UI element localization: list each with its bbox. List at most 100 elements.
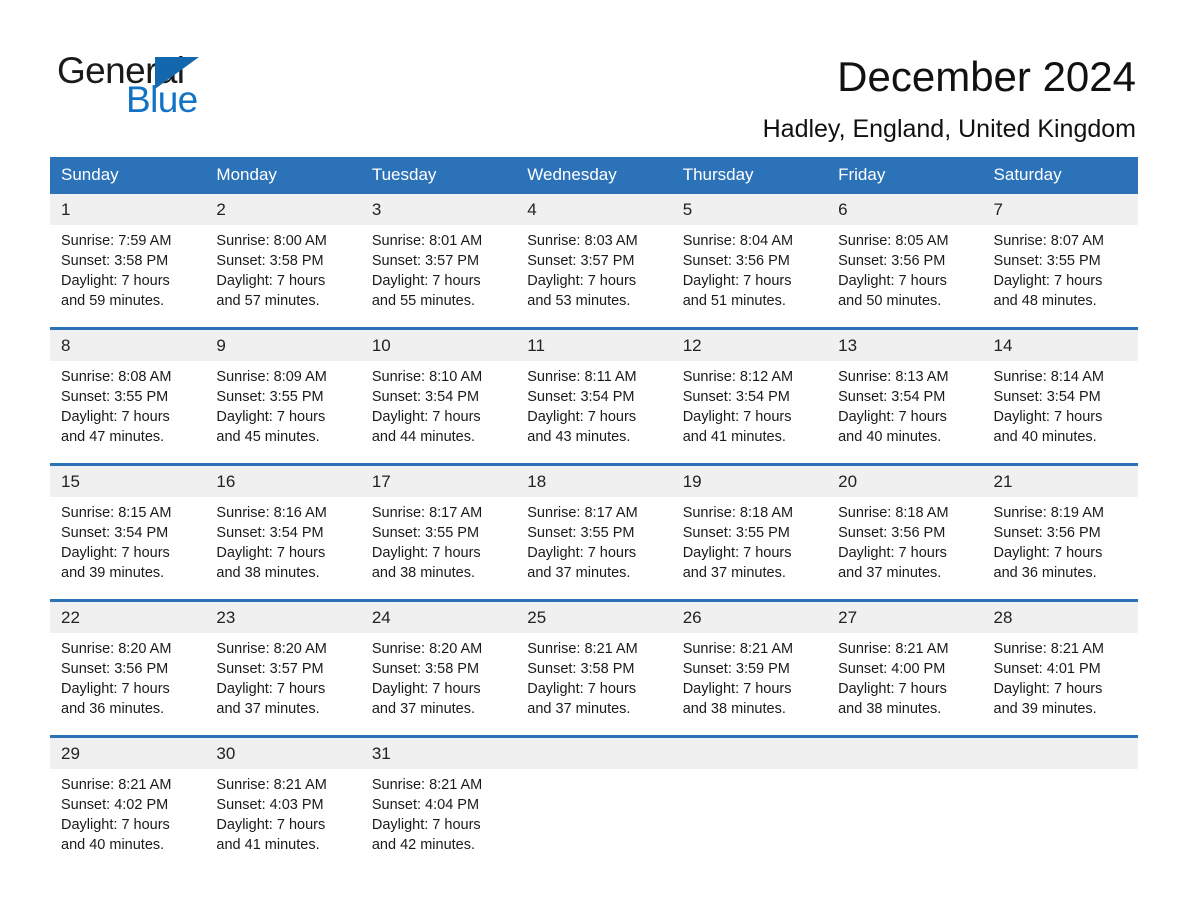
day-number[interactable]: 25 <box>516 599 672 633</box>
daylight-text-line2: and 36 minutes. <box>993 565 1097 581</box>
daylight-text-line2: and 36 minutes. <box>61 701 165 717</box>
sunset-text: Sunset: 3:57 PM <box>527 253 635 269</box>
calendar-body: 1 2 3 4 5 6 7 Sunrise: 7:59 AM Sunset: 3… <box>50 194 1138 871</box>
day-cell: Sunrise: 8:05 AM Sunset: 3:56 PM Dayligh… <box>827 225 983 329</box>
daylight-text-line1: Daylight: 7 hours <box>838 681 947 697</box>
sunset-text: Sunset: 3:54 PM <box>216 525 324 541</box>
day-number[interactable]: 17 <box>360 463 517 497</box>
general-blue-logo[interactable]: General Blue <box>57 52 277 120</box>
day-cell: Sunrise: 8:18 AM Sunset: 3:56 PM Dayligh… <box>827 497 983 601</box>
day-cell: Sunrise: 8:21 AM Sunset: 4:01 PM Dayligh… <box>982 633 1138 737</box>
sunrise-text: Sunrise: 8:18 AM <box>838 505 949 521</box>
weekday-header-sunday: Sunday <box>50 157 206 194</box>
sunrise-text: Sunrise: 8:19 AM <box>993 505 1104 521</box>
day-number[interactable]: 23 <box>205 599 361 633</box>
daylight-text-line1: Daylight: 7 hours <box>61 545 170 561</box>
day-number[interactable]: 26 <box>671 599 828 633</box>
daylight-text-line1: Daylight: 7 hours <box>838 273 947 289</box>
day-number[interactable]: 15 <box>50 463 206 497</box>
sunrise-text: Sunrise: 8:10 AM <box>371 369 483 385</box>
day-number[interactable]: 4 <box>516 194 672 225</box>
logo-text-blue: Blue <box>126 79 198 120</box>
daylight-text-line2: and 37 minutes. <box>371 701 476 717</box>
day-number[interactable]: 31 <box>360 735 517 769</box>
day-cell: Sunrise: 8:17 AM Sunset: 3:55 PM Dayligh… <box>516 497 672 601</box>
daylight-text-line1: Daylight: 7 hours <box>527 681 637 697</box>
daylight-text-line1: Daylight: 7 hours <box>371 817 481 833</box>
day-number[interactable]: 7 <box>982 194 1138 225</box>
sunrise-text: Sunrise: 8:21 AM <box>993 641 1104 657</box>
day-number[interactable]: 3 <box>360 194 517 225</box>
day-cell: Sunrise: 8:13 AM Sunset: 3:54 PM Dayligh… <box>827 361 983 465</box>
day-cell: Sunrise: 8:18 AM Sunset: 3:55 PM Dayligh… <box>671 497 828 601</box>
day-number[interactable]: 14 <box>982 327 1138 361</box>
daylight-text-line2: and 38 minutes. <box>682 701 786 717</box>
day-number[interactable]: 9 <box>205 327 361 361</box>
daylight-text-line1: Daylight: 7 hours <box>371 681 481 697</box>
daylight-text-line2: and 41 minutes. <box>216 837 320 853</box>
sunrise-text: Sunrise: 8:20 AM <box>61 641 172 657</box>
page-header: General Blue December 2024 Hadley, Engla… <box>0 0 1188 155</box>
day-number[interactable]: 8 <box>50 327 206 361</box>
sunset-text: Sunset: 3:54 PM <box>838 389 946 405</box>
sunrise-text: Sunrise: 8:11 AM <box>527 369 637 385</box>
day-number[interactable]: 20 <box>827 463 983 497</box>
empty-day-cell <box>982 769 1138 871</box>
day-number[interactable]: 10 <box>360 327 517 361</box>
daylight-text-line1: Daylight: 7 hours <box>61 273 170 289</box>
daylight-text-line1: Daylight: 7 hours <box>371 409 481 425</box>
day-cell: Sunrise: 8:01 AM Sunset: 3:57 PM Dayligh… <box>360 225 517 329</box>
day-number[interactable]: 13 <box>827 327 983 361</box>
calendar-page: General Blue December 2024 Hadley, Engla… <box>0 0 1188 918</box>
week-date-row: 29 30 31 <box>50 735 1138 769</box>
day-number[interactable]: 18 <box>516 463 672 497</box>
week-date-row: 1 2 3 4 5 6 7 <box>50 194 1138 225</box>
day-number[interactable]: 1 <box>50 194 206 225</box>
daylight-text-line2: and 37 minutes. <box>682 565 786 581</box>
day-number[interactable]: 11 <box>516 327 672 361</box>
sunrise-text: Sunrise: 8:05 AM <box>838 233 949 249</box>
daylight-text-line2: and 45 minutes. <box>216 429 320 445</box>
day-number[interactable]: 19 <box>671 463 828 497</box>
day-number[interactable]: 22 <box>50 599 206 633</box>
daylight-text-line1: Daylight: 7 hours <box>682 681 792 697</box>
sunset-text: Sunset: 3:57 PM <box>371 253 480 269</box>
daylight-text-line2: and 37 minutes. <box>527 701 631 717</box>
week-info-row: Sunrise: 8:21 AM Sunset: 4:02 PM Dayligh… <box>50 769 1138 871</box>
day-number[interactable]: 21 <box>982 463 1138 497</box>
daylight-text-line2: and 40 minutes. <box>838 429 942 445</box>
day-number[interactable]: 2 <box>205 194 361 225</box>
daylight-text-line2: and 44 minutes. <box>371 429 476 445</box>
sunset-text: Sunset: 3:54 PM <box>527 389 635 405</box>
sunset-text: Sunset: 3:55 PM <box>527 525 635 541</box>
sunrise-text: Sunrise: 8:21 AM <box>838 641 949 657</box>
day-number[interactable]: 28 <box>982 599 1138 633</box>
day-cell: Sunrise: 8:20 AM Sunset: 3:56 PM Dayligh… <box>50 633 206 737</box>
daylight-text-line1: Daylight: 7 hours <box>216 817 326 833</box>
sunrise-text: Sunrise: 8:21 AM <box>527 641 638 657</box>
sunrise-text: Sunrise: 8:01 AM <box>371 233 483 249</box>
sunset-text: Sunset: 3:55 PM <box>216 389 324 405</box>
day-number[interactable]: 27 <box>827 599 983 633</box>
daylight-text-line1: Daylight: 7 hours <box>61 681 170 697</box>
day-number[interactable]: 30 <box>205 735 361 769</box>
day-number[interactable]: 6 <box>827 194 983 225</box>
day-cell: Sunrise: 8:21 AM Sunset: 3:58 PM Dayligh… <box>516 633 672 737</box>
day-cell: Sunrise: 8:21 AM Sunset: 3:59 PM Dayligh… <box>671 633 828 737</box>
daylight-text-line2: and 50 minutes. <box>838 293 942 309</box>
sunset-text: Sunset: 3:58 PM <box>371 661 480 677</box>
sunrise-text: Sunrise: 8:21 AM <box>61 777 172 793</box>
day-cell: Sunrise: 8:03 AM Sunset: 3:57 PM Dayligh… <box>516 225 672 329</box>
day-number[interactable]: 5 <box>671 194 828 225</box>
day-number[interactable]: 16 <box>205 463 361 497</box>
sunrise-text: Sunrise: 8:07 AM <box>993 233 1104 249</box>
day-cell: Sunrise: 8:09 AM Sunset: 3:55 PM Dayligh… <box>205 361 361 465</box>
empty-day-cell <box>671 769 828 871</box>
sunset-text: Sunset: 3:56 PM <box>838 525 946 541</box>
week-date-row: 22 23 24 25 26 27 28 <box>50 599 1138 633</box>
weekday-header-wednesday: Wednesday <box>516 157 672 194</box>
day-number[interactable]: 12 <box>671 327 828 361</box>
day-number[interactable]: 29 <box>50 735 206 769</box>
day-number[interactable]: 24 <box>360 599 517 633</box>
calendar-grid: Sunday Monday Tuesday Wednesday Thursday… <box>50 157 1138 871</box>
